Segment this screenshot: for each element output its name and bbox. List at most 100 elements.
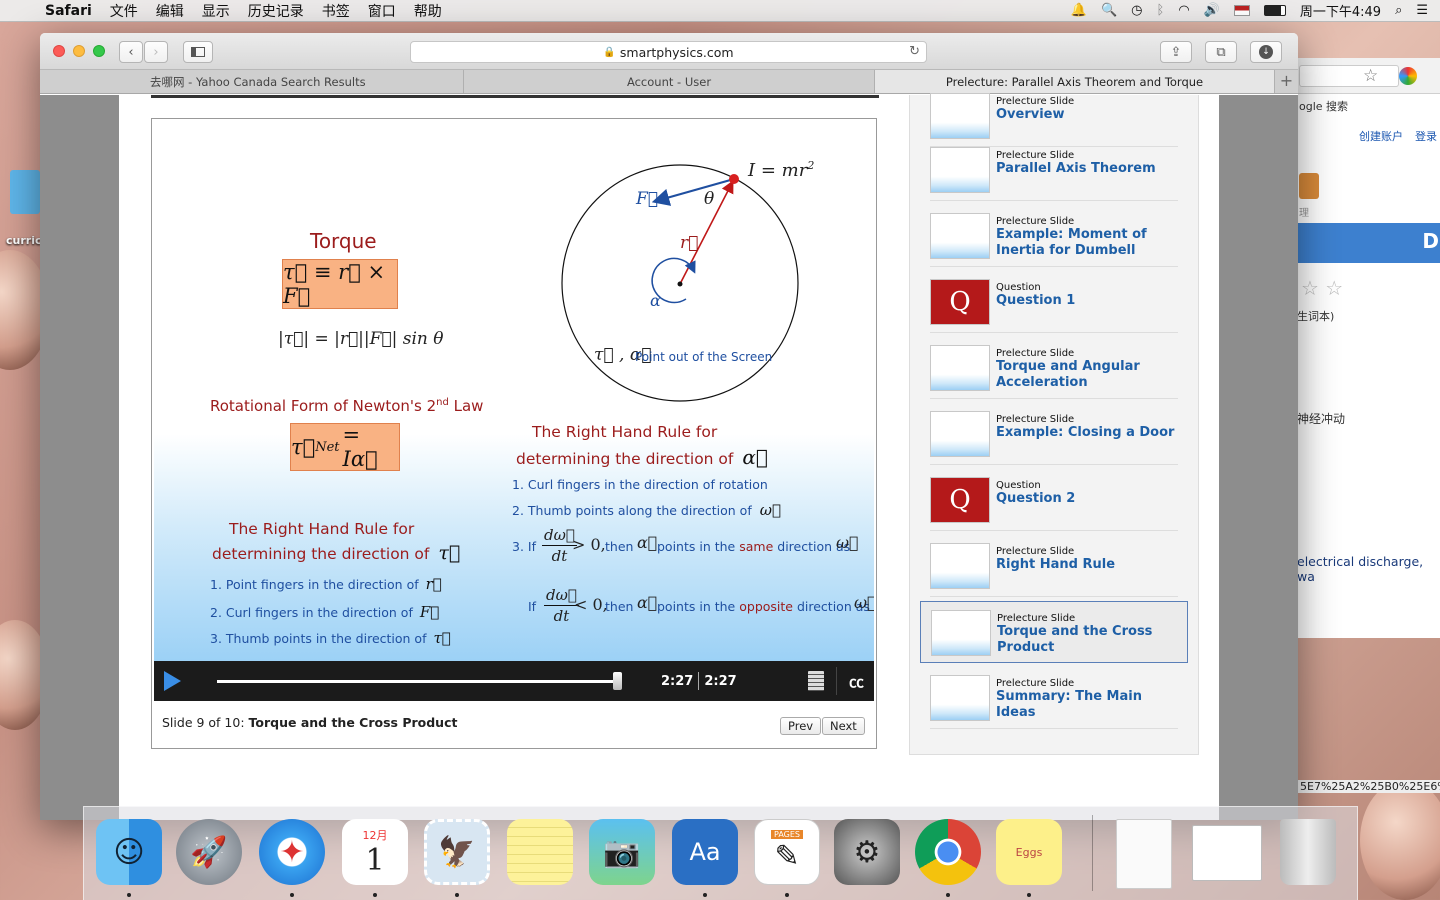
background-app-icon: [1299, 173, 1319, 199]
prev-button[interactable]: Prev: [780, 717, 822, 735]
menu-view[interactable]: 显示: [193, 1, 239, 21]
running-indicator: [290, 893, 294, 897]
battery-icon[interactable]: [1263, 5, 1286, 16]
tabs-overview-button[interactable]: ⧉: [1205, 41, 1237, 63]
iphoto-icon[interactable]: 📷: [589, 819, 655, 885]
flag-icon[interactable]: [1233, 5, 1250, 16]
next-button[interactable]: Next: [822, 717, 865, 735]
menu-file[interactable]: 文件: [101, 1, 147, 21]
search-magnifier-icon[interactable]: 🔍: [1101, 3, 1117, 18]
background-rating-stars[interactable]: ☆ ☆: [1301, 276, 1343, 300]
star-icon[interactable]: ☆: [1363, 66, 1378, 86]
minimize-window-button[interactable]: [73, 45, 85, 57]
calendar-icon[interactable]: 12月 1: [342, 819, 408, 885]
sidebar-item-question-1[interactable]: Q Question Question 1: [930, 271, 1178, 333]
background-address-bar[interactable]: [1299, 65, 1399, 87]
screen-label: Point out of the Screen: [635, 350, 773, 364]
inertia-exp: 2: [807, 159, 815, 172]
preview-window-icon[interactable]: [1192, 825, 1262, 881]
menu-edit[interactable]: 编辑: [147, 1, 193, 21]
slide-content: Torque τ⃗ ≡ r⃗ × F⃗ |τ⃗| = |r⃗||F⃗| sin …: [154, 121, 874, 661]
tau-step-2: 2. Curl fingers in the direction of F⃗: [210, 603, 439, 621]
volume-icon[interactable]: 🔊: [1204, 3, 1220, 18]
notification-bell-icon[interactable]: 🔔: [1071, 3, 1087, 18]
sidebar-item-question-2[interactable]: Q Question Question 2: [930, 469, 1178, 531]
stickies-icon[interactable]: Eggs: [996, 819, 1062, 885]
bluetooth-icon[interactable]: ᛒ: [1157, 3, 1165, 18]
sidebar-item-parallel-axis-theorem[interactable]: Prelecture Slide Parallel Axis Theorem: [930, 139, 1178, 201]
menu-app-name[interactable]: Safari: [36, 3, 101, 19]
finder-icon[interactable]: ☺: [96, 819, 162, 885]
sidebar-item-summary-the-main-ideas[interactable]: Prelecture Slide Summary: The Main Ideas: [930, 667, 1178, 729]
notes-app-icon[interactable]: [507, 819, 573, 885]
menu-help[interactable]: 帮助: [405, 1, 451, 21]
desktop-folder[interactable]: curric: [0, 170, 42, 250]
menu-bookmarks[interactable]: 书签: [313, 1, 359, 21]
inertia-text: I = mr: [748, 160, 808, 181]
tau-step-1-text: 1. Point fingers in the direction of: [210, 577, 419, 592]
progress-thumb[interactable]: [613, 671, 622, 690]
downloads-button[interactable]: ↓: [1250, 41, 1282, 63]
menu-window[interactable]: 窗口: [359, 1, 405, 21]
background-login[interactable]: 登录: [1415, 128, 1437, 144]
step3b-points-text: points in the: [657, 599, 736, 614]
slide-thumbnail: [930, 213, 990, 259]
notes-icon[interactable]: [807, 671, 824, 691]
menubar-clock[interactable]: 周一下午4:49: [1300, 1, 1381, 20]
safari-toolbar: ‹ › 🔒 smartphysics.com ↻ ⇪ ⧉ ↓: [40, 33, 1298, 70]
chrome-icon[interactable]: [915, 819, 981, 885]
wifi-icon[interactable]: ◠: [1178, 3, 1189, 18]
pages-icon[interactable]: PAGES ✎: [754, 819, 820, 885]
address-bar[interactable]: 🔒 smartphysics.com ↻: [410, 41, 927, 63]
background-create-account[interactable]: 创建账户: [1359, 128, 1403, 144]
progress-track[interactable]: [217, 671, 622, 690]
back-button[interactable]: ‹: [119, 41, 143, 63]
slide-thumbnail: [930, 345, 990, 391]
play-button[interactable]: [164, 671, 181, 691]
trash-icon[interactable]: [1280, 819, 1336, 885]
step3-points-text: points in the: [657, 539, 736, 554]
running-indicator: [946, 893, 950, 897]
closed-captions-icon[interactable]: ㏄: [849, 671, 864, 692]
close-window-button[interactable]: [53, 45, 65, 57]
notification-center-icon[interactable]: ☰: [1416, 3, 1428, 18]
tab-yahoo[interactable]: 去哪网 - Yahoo Canada Search Results: [40, 70, 464, 93]
sidebar-item-torque-and-angular-acceleration[interactable]: Prelecture Slide Torque and Angular Accel…: [930, 337, 1178, 399]
safari-icon[interactable]: ✦: [259, 819, 325, 885]
running-indicator: [785, 893, 789, 897]
sidebar-item-kind: Prelecture Slide: [996, 414, 1075, 425]
system-preferences-icon[interactable]: ⚙: [834, 819, 900, 885]
sidebar-item-title: Parallel Axis Theorem: [996, 161, 1156, 176]
time-machine-icon[interactable]: ◷: [1131, 3, 1142, 18]
chrome-extension-icon[interactable]: [1399, 67, 1417, 85]
inertia-label: I = mr2: [748, 159, 814, 181]
background-browser-window: ☆ ogle 搜索 创建账户 登录 理 D ☆ ☆ 生词本) 神经冲动 elec…: [1290, 58, 1440, 638]
sidebar-item-example-moment-of-inertia-for-dumbell[interactable]: Prelecture Slide Example: Moment of Inert…: [930, 205, 1178, 267]
spotlight-icon[interactable]: ⌕: [1395, 3, 1402, 18]
launchpad-icon[interactable]: 🚀: [176, 819, 242, 885]
sidebar-item-kind: Prelecture Slide: [996, 348, 1075, 359]
sidebar-item-torque-and-the-cross-product[interactable]: Prelecture Slide Torque and the Cross Pro…: [920, 601, 1188, 663]
player-top-border: [151, 95, 879, 98]
running-indicator: [1027, 893, 1031, 897]
alpha-step-1: 1. Curl fingers in the direction of rota…: [512, 477, 768, 492]
sidebar-item-title: Summary: The Main Ideas: [996, 689, 1142, 720]
sidebar-toggle-button[interactable]: [183, 41, 213, 63]
new-tab-button[interactable]: +: [1275, 70, 1298, 93]
sidebar-item-example-closing-a-door[interactable]: Prelecture Slide Example: Closing a Door: [930, 403, 1178, 465]
mail-stamp-icon[interactable]: 🦅: [424, 819, 490, 885]
sidebar-item-right-hand-rule[interactable]: Prelecture Slide Right Hand Rule: [930, 535, 1178, 597]
reload-icon[interactable]: ↻: [909, 44, 920, 59]
menu-history[interactable]: 历史记录: [239, 1, 313, 21]
document-icon[interactable]: [1116, 819, 1172, 889]
zoom-window-button[interactable]: [93, 45, 105, 57]
tab-label: Account - User: [626, 74, 712, 89]
tab-account[interactable]: Account - User: [464, 70, 875, 93]
dictionary-icon[interactable]: Aa: [672, 819, 738, 885]
rhr-tau-heading-text: determining the direction of: [212, 545, 430, 563]
force-label: F⃗: [636, 189, 658, 209]
sidebar-item-overview[interactable]: Prelecture Slide Overview: [930, 85, 1178, 147]
forward-button[interactable]: ›: [144, 41, 168, 63]
sidebar-item-title: Overview: [996, 107, 1065, 122]
share-button[interactable]: ⇪: [1160, 41, 1192, 63]
